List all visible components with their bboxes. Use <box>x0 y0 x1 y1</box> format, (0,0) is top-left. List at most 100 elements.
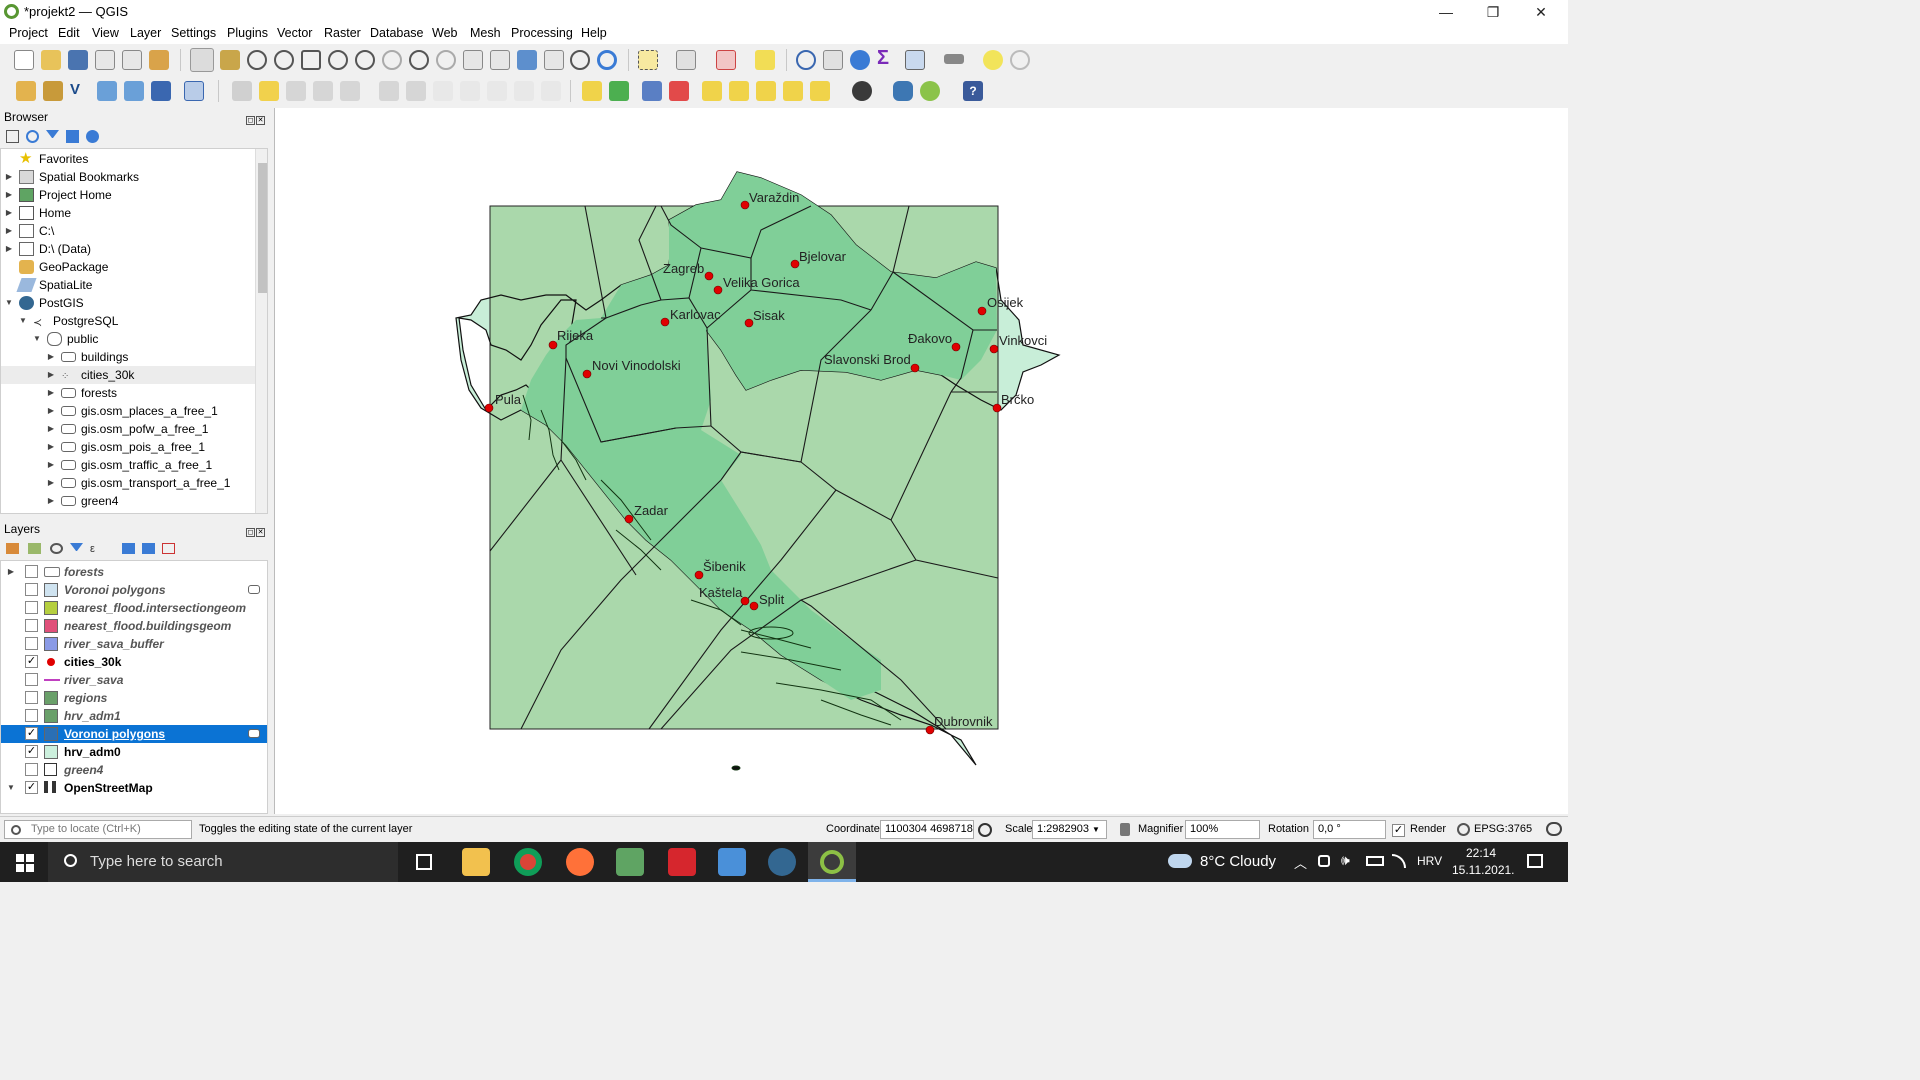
locator-input[interactable]: Type to locate (Ctrl+K) <box>4 820 192 839</box>
layer-item[interactable]: nearest_flood.intersectiongeom <box>1 599 267 617</box>
add-mesh-layer-icon[interactable] <box>124 81 144 101</box>
zoom-last-icon[interactable] <box>409 50 429 70</box>
chrome-icon[interactable] <box>514 848 542 876</box>
chevron-right-icon[interactable]: ▶ <box>46 438 56 456</box>
layer-visibility-checkbox[interactable] <box>25 763 38 776</box>
crs-button[interactable]: EPSG:3765 <box>1474 823 1532 835</box>
layer-visibility-checkbox[interactable]: ✓ <box>25 727 38 740</box>
restore-button[interactable]: ❐ <box>1482 2 1504 22</box>
chevron-down-icon[interactable]: ▼ <box>18 312 28 330</box>
embedded-widget-icon[interactable] <box>248 585 260 594</box>
redo-icon[interactable] <box>541 81 561 101</box>
show-hide-labels-icon[interactable] <box>702 81 722 101</box>
open-layer-styling-icon[interactable] <box>6 543 19 554</box>
zoom-layer-icon[interactable] <box>355 50 375 70</box>
chevron-right-icon[interactable]: ▶ <box>46 366 56 384</box>
layer-item[interactable]: river_sava_buffer <box>1 635 267 653</box>
meet-now-icon[interactable] <box>1318 855 1330 867</box>
layer-item[interactable]: ▶ forests <box>1 563 267 581</box>
acrobat-icon[interactable] <box>668 848 696 876</box>
chevron-down-icon[interactable]: ▼ <box>6 779 16 797</box>
diagram-icon[interactable] <box>609 81 629 101</box>
layers-panel-controls[interactable]: ◻ ✕ <box>245 523 267 537</box>
add-selected-layers-icon[interactable] <box>6 130 19 143</box>
toggle-editing-icon[interactable] <box>259 81 279 101</box>
embedded-widget-icon[interactable] <box>248 729 260 738</box>
new-project-icon[interactable] <box>14 50 34 70</box>
menu-settings[interactable]: Settings <box>171 26 216 40</box>
layer-item[interactable]: green4 <box>1 761 267 779</box>
layer-visibility-checkbox[interactable]: ✓ <box>25 745 38 758</box>
layer-item[interactable]: ✓ Voronoi polygons <box>1 725 267 743</box>
layer-item[interactable]: hrv_adm1 <box>1 707 267 725</box>
properties-info-icon[interactable] <box>86 130 99 143</box>
chevron-right-icon[interactable]: ▶ <box>6 563 16 581</box>
browser-item[interactable]: ▶ ⁘ cities_30k <box>1 366 255 384</box>
firefox-icon[interactable] <box>566 848 594 876</box>
menu-raster[interactable]: Raster <box>324 26 361 40</box>
coordinate-field[interactable]: 1100304 4698718 <box>880 820 974 839</box>
menu-processing[interactable]: Processing <box>511 26 573 40</box>
render-checkbox[interactable]: ✓ <box>1392 824 1405 837</box>
layer-item[interactable]: ✓ cities_30k <box>1 653 267 671</box>
processing-toolbox-icon[interactable] <box>850 50 870 70</box>
browser-item[interactable]: ▶ gis.osm_transport_a_free_1 <box>1 474 255 492</box>
browser-item[interactable]: ▶ D:\ (Data) <box>1 240 255 258</box>
taskbar-search[interactable]: Type here to search <box>48 842 398 882</box>
label-properties-icon[interactable] <box>810 81 830 101</box>
zoom-next-icon[interactable] <box>436 50 456 70</box>
deselect-icon[interactable] <box>716 50 736 70</box>
layer-visibility-checkbox[interactable]: ✓ <box>25 655 38 668</box>
photos-icon[interactable] <box>718 848 746 876</box>
map-canvas[interactable]: Varaždin Bjelovar Zagreb Velika Gorica Karlo… <box>274 108 1568 814</box>
menu-project[interactable]: Project <box>9 26 48 40</box>
layer-item[interactable]: river_sava <box>1 671 267 689</box>
layer-visibility-checkbox[interactable]: ✓ <box>25 781 38 794</box>
identify-icon[interactable] <box>796 50 816 70</box>
zoom-native-icon[interactable] <box>382 50 402 70</box>
magnifier-input[interactable]: 100% <box>1185 820 1260 839</box>
chevron-right-icon[interactable]: ▶ <box>46 402 56 420</box>
qgis-desktop-icon[interactable] <box>616 848 644 876</box>
expand-all-icon[interactable] <box>122 543 135 554</box>
new-geopackage-layer-icon[interactable] <box>43 81 63 101</box>
chevron-right-icon[interactable]: ▶ <box>4 168 14 186</box>
rotation-input[interactable]: 0,0 ° <box>1313 820 1386 839</box>
browser-item[interactable]: GeoPackage <box>1 258 255 276</box>
change-label-icon[interactable] <box>783 81 803 101</box>
temporal-controller-icon[interactable] <box>570 50 590 70</box>
browser-scroll-thumb[interactable] <box>258 163 267 293</box>
collapse-all-icon[interactable] <box>66 130 79 143</box>
map-svg[interactable]: Varaždin Bjelovar Zagreb Velika Gorica Karlo… <box>275 108 1569 814</box>
save-project-icon[interactable] <box>68 50 88 70</box>
zoom-selection-icon[interactable] <box>328 50 348 70</box>
browser-item[interactable]: ▶ Home <box>1 204 255 222</box>
layer-visibility-checkbox[interactable] <box>25 583 38 596</box>
paste-features-icon[interactable] <box>487 81 507 101</box>
new-map-view-icon[interactable] <box>463 50 483 70</box>
statistics-sigma-icon[interactable]: Σ <box>877 48 897 68</box>
map-tips-icon[interactable] <box>983 50 1003 70</box>
browser-item[interactable]: ★ Favorites <box>1 150 255 168</box>
language-indicator[interactable]: HRV <box>1417 854 1442 868</box>
browser-item[interactable]: ▶ green4 <box>1 492 255 510</box>
move-label-icon[interactable] <box>729 81 749 101</box>
filter-legend-icon[interactable] <box>70 543 83 554</box>
browser-item[interactable]: SpatiaLite <box>1 276 255 294</box>
chevron-right-icon[interactable]: ▶ <box>46 474 56 492</box>
measure-line-icon[interactable] <box>944 54 964 64</box>
zoom-in-icon[interactable] <box>247 50 267 70</box>
layer-visibility-checkbox[interactable] <box>25 709 38 722</box>
menu-layer[interactable]: Layer <box>130 26 161 40</box>
menu-mesh[interactable]: Mesh <box>470 26 501 40</box>
globe-plugin-icon[interactable] <box>852 81 872 101</box>
browser-scrollbar[interactable] <box>255 149 267 513</box>
collapse-all-layers-icon[interactable] <box>142 543 155 554</box>
browser-item[interactable]: ▶ Project Home <box>1 186 255 204</box>
show-bookmarks-icon[interactable] <box>544 50 564 70</box>
menu-view[interactable]: View <box>92 26 119 40</box>
layer-visibility-checkbox[interactable] <box>25 637 38 650</box>
chevron-right-icon[interactable]: ▶ <box>46 348 56 366</box>
file-explorer-icon[interactable] <box>462 848 490 876</box>
python-console-icon[interactable] <box>893 81 913 101</box>
